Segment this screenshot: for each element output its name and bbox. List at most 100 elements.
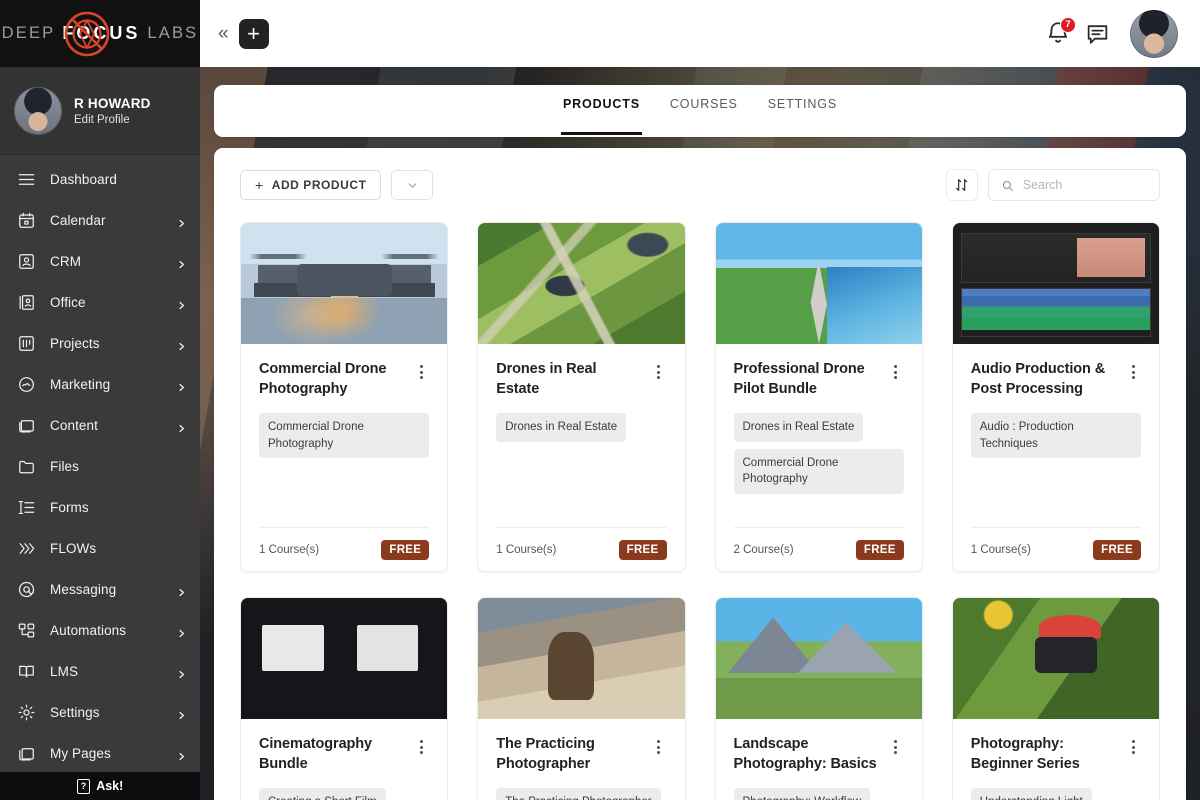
add-product-button[interactable]: + ADD PRODUCT <box>240 170 381 200</box>
brand-word-labs: LABS <box>147 24 198 43</box>
product-card-body: Landscape Photography: Basics Photography… <box>716 719 922 800</box>
product-title: Cinematography Bundle <box>259 735 405 774</box>
product-thumbnail <box>478 223 684 344</box>
top-bar: « + 7 <box>200 0 1200 67</box>
sidebar-item-label: Files <box>50 459 186 474</box>
sidebar-item-label: Forms <box>50 500 186 515</box>
sidebar-item-automations[interactable]: Automations <box>0 610 200 651</box>
product-tag: Audio : Production Techniques <box>971 413 1141 458</box>
tab-products[interactable]: PRODUCTS <box>561 85 642 135</box>
product-card-footer: 1 Course(s)FREE <box>496 527 666 571</box>
product-menu-icon[interactable] <box>1125 735 1141 754</box>
projects-icon <box>17 334 36 353</box>
sidebar-item-projects[interactable]: Projects <box>0 323 200 364</box>
course-count: 1 Course(s) <box>496 544 556 556</box>
search-icon <box>1001 178 1014 193</box>
sidebar-item-files[interactable]: Files <box>0 446 200 487</box>
add-product-dropdown-button[interactable] <box>391 170 433 200</box>
product-title: Landscape Photography: Basics <box>734 735 880 774</box>
product-tag: Commercial Drone Photography <box>734 449 904 494</box>
sidebar-item-messaging[interactable]: Messaging <box>0 569 200 610</box>
price-badge: FREE <box>1093 540 1141 560</box>
quick-add-button[interactable]: + <box>239 19 269 49</box>
product-card[interactable]: Commercial Drone PhotographyCommercial D… <box>240 222 448 572</box>
sidebar-item-office[interactable]: Office <box>0 282 200 323</box>
product-tag: Creating a Short Film <box>259 788 386 800</box>
edit-profile-link[interactable]: Edit Profile <box>74 114 151 126</box>
tab-bar: PRODUCTS COURSES SETTINGS <box>214 85 1186 137</box>
product-card[interactable]: The Practicing Photographer The Practicin… <box>477 597 685 800</box>
brand-word-deep: DEEP <box>2 24 56 43</box>
product-thumbnail <box>953 223 1159 344</box>
product-card[interactable]: Audio Production & Post Processing Audio … <box>952 222 1160 572</box>
product-title: Audio Production & Post Processing <box>971 360 1117 399</box>
product-card-body: Photography: Beginner SeriesUnderstandin… <box>953 719 1159 800</box>
user-avatar-button[interactable] <box>1130 10 1178 58</box>
sidebar-item-label: LMS <box>50 664 163 679</box>
course-count: 2 Course(s) <box>734 544 794 556</box>
product-tag: Drones in Real Estate <box>496 413 626 442</box>
product-thumbnail <box>241 223 447 344</box>
product-tag-list: The Practicing Photographer <box>496 788 666 800</box>
brand-wordmark: DEEP FOCUS LABS <box>2 23 199 44</box>
notification-badge: 7 <box>1060 17 1076 33</box>
product-card[interactable]: Cinematography Bundle Creating a Short Fi… <box>240 597 448 800</box>
sidebar-profile[interactable]: R HOWARD Edit Profile <box>0 67 200 155</box>
product-tag: The Practicing Photographer <box>496 788 660 800</box>
product-menu-icon[interactable] <box>651 360 667 379</box>
sidebar-item-settings[interactable]: Settings <box>0 692 200 733</box>
product-card-header: Photography: Beginner Series <box>971 735 1141 774</box>
sort-button[interactable] <box>946 169 978 201</box>
sidebar-item-dashboard[interactable]: Dashboard <box>0 159 200 200</box>
sidebar-item-label: Content <box>50 418 163 433</box>
product-card-footer: 2 Course(s)FREE <box>734 527 904 571</box>
product-tag: Photography: Workflow <box>734 788 871 800</box>
sidebar-item-forms[interactable]: Forms <box>0 487 200 528</box>
product-card-footer: 1 Course(s)FREE <box>259 527 429 571</box>
product-thumbnail <box>478 598 684 719</box>
product-tag-list: Creating a Short Film <box>259 788 429 800</box>
product-card-body: Commercial Drone PhotographyCommercial D… <box>241 344 447 571</box>
collapse-sidebar-button[interactable]: « <box>214 24 239 43</box>
ask-button[interactable]: ? Ask! <box>0 772 200 800</box>
brand-logo[interactable]: DEEP FOCUS LABS <box>0 0 200 67</box>
product-card[interactable]: Photography: Beginner SeriesUnderstandin… <box>952 597 1160 800</box>
search-input[interactable] <box>1023 178 1147 192</box>
product-title: Photography: Beginner Series <box>971 735 1117 774</box>
product-card-body: The Practicing Photographer The Practicin… <box>478 719 684 800</box>
product-card-header: The Practicing Photographer <box>496 735 666 774</box>
product-menu-icon[interactable] <box>413 360 429 379</box>
sidebar-item-crm[interactable]: CRM <box>0 241 200 282</box>
chevron-down-icon <box>406 179 419 192</box>
messages-button[interactable] <box>1085 21 1110 47</box>
product-card[interactable]: Professional Drone Pilot BundleDrones in… <box>715 222 923 572</box>
add-product-label: ADD PRODUCT <box>272 178 367 192</box>
search-box[interactable] <box>988 169 1160 201</box>
sidebar-item-calendar[interactable]: Calendar <box>0 200 200 241</box>
product-tag-list: Photography: Workflow <box>734 788 904 800</box>
sidebar-item-lms[interactable]: LMS <box>0 651 200 692</box>
product-card-header: Audio Production & Post Processing <box>971 360 1141 399</box>
hamburger-icon <box>17 170 36 189</box>
product-menu-icon[interactable] <box>888 360 904 379</box>
sidebar-item-label: Dashboard <box>50 172 186 187</box>
product-menu-icon[interactable] <box>1125 360 1141 379</box>
product-menu-icon[interactable] <box>888 735 904 754</box>
sidebar-item-flows[interactable]: FLOWs <box>0 528 200 569</box>
product-thumbnail <box>716 223 922 344</box>
tab-courses[interactable]: COURSES <box>668 85 740 135</box>
sidebar-item-content[interactable]: Content <box>0 405 200 446</box>
product-card[interactable]: Drones in Real Estate Drones in Real Esta… <box>477 222 685 572</box>
product-card-footer: 1 Course(s) FREE <box>971 527 1141 571</box>
product-card[interactable]: Landscape Photography: Basics Photography… <box>715 597 923 800</box>
sidebar-item-my-pages[interactable]: My Pages <box>0 733 200 772</box>
tab-settings[interactable]: SETTINGS <box>766 85 839 135</box>
sort-icon <box>954 177 970 193</box>
sidebar-item-marketing[interactable]: Marketing <box>0 364 200 405</box>
notifications-button[interactable]: 7 <box>1045 20 1071 48</box>
product-title: Drones in Real Estate <box>496 360 642 399</box>
product-thumbnail <box>241 598 447 719</box>
product-menu-icon[interactable] <box>413 735 429 754</box>
product-menu-icon[interactable] <box>651 735 667 754</box>
course-count: 1 Course(s) <box>971 544 1031 556</box>
